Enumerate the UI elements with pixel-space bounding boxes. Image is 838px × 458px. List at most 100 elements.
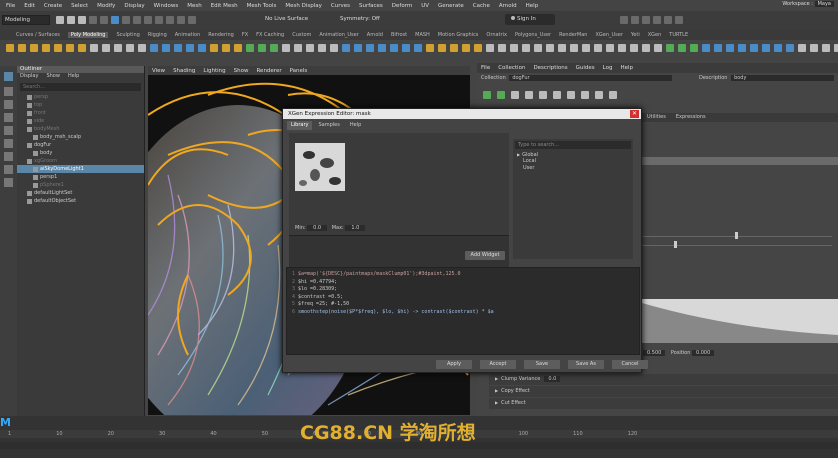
workspace-selector[interactable]: Workspace : Maya <box>782 1 834 7</box>
outliner-item[interactable]: body_msh_scalp <box>17 133 144 141</box>
shelf-tool-icon[interactable] <box>426 44 434 52</box>
library-tree-item[interactable]: User <box>513 165 633 172</box>
shelf-tab[interactable]: Yeti <box>631 32 640 38</box>
shelf-tool-icon[interactable] <box>786 44 794 52</box>
cancel-button[interactable]: Cancel <box>612 360 648 369</box>
shelf-tool-icon[interactable] <box>186 44 194 52</box>
move-tool-icon[interactable] <box>4 113 13 122</box>
menu-item[interactable]: File <box>6 3 15 9</box>
shelf-tool-icon[interactable] <box>498 44 506 52</box>
select-object-icon[interactable] <box>122 16 130 24</box>
menu-item[interactable]: Mesh Tools <box>247 3 277 9</box>
outliner-item[interactable]: pSphere1 <box>17 181 144 189</box>
menu-item[interactable]: UV <box>421 3 429 9</box>
shelf-tab[interactable]: Animation <box>175 32 201 38</box>
live-surface-field[interactable]: No Live Surface <box>265 16 308 22</box>
select-hierarchy-icon[interactable] <box>111 16 119 24</box>
viewport-menu-item[interactable]: View <box>152 68 165 74</box>
shelf-tool-icon[interactable] <box>342 44 350 52</box>
shelf-tool-icon[interactable] <box>618 44 626 52</box>
shelf-tab[interactable]: Polygons_User <box>515 32 551 38</box>
shelf-tool-icon[interactable] <box>102 44 110 52</box>
snap-grid-icon[interactable] <box>144 16 152 24</box>
shelf-tool-icon[interactable] <box>42 44 50 52</box>
shelf-tab[interactable]: Custom <box>292 32 311 38</box>
shelf-tool-icon[interactable] <box>570 44 578 52</box>
shelf-tab[interactable]: XGen <box>648 32 662 38</box>
shelf-tab[interactable]: RenderMan <box>559 32 587 38</box>
shelf-tool-icon[interactable] <box>222 44 230 52</box>
shelf-tab[interactable]: TURTLE <box>669 32 688 38</box>
shelf-tab[interactable]: Bifrost <box>391 32 407 38</box>
menu-item[interactable]: Display <box>124 3 144 9</box>
shelf-tool-icon[interactable] <box>798 44 806 52</box>
shelf-tool-icon[interactable] <box>282 44 290 52</box>
shelf-tool-icon[interactable] <box>78 44 86 52</box>
shelf-tab[interactable]: Sculpting <box>116 32 139 38</box>
menu-item[interactable]: Cache <box>473 3 490 9</box>
outliner-item[interactable]: body <box>17 149 144 157</box>
shelf-tool-icon[interactable] <box>678 44 686 52</box>
library-tree-item[interactable]: ▶ Global <box>513 151 633 158</box>
add-guide-icon[interactable] <box>483 91 491 99</box>
layout-outliner-icon[interactable] <box>4 178 13 187</box>
shelf-tool-icon[interactable] <box>810 44 818 52</box>
position-field[interactable]: 0.000 <box>691 350 715 356</box>
outliner-item[interactable]: persp <box>17 93 144 101</box>
menu-item[interactable]: Arnold <box>499 3 517 9</box>
shelf-tool-icon[interactable] <box>642 44 650 52</box>
sculpt-guide-icon[interactable] <box>511 91 519 99</box>
render-view-icon[interactable] <box>620 16 628 24</box>
layout-single-icon[interactable] <box>4 152 13 161</box>
shelf-tool-icon[interactable] <box>54 44 62 52</box>
menu-item[interactable]: Mesh Display <box>285 3 322 9</box>
shelf-tool-icon[interactable] <box>582 44 590 52</box>
shelf-tool-icon[interactable] <box>294 44 302 52</box>
outliner-menu-item[interactable]: Display <box>20 73 38 81</box>
guide-rebuild-icon[interactable] <box>567 91 575 99</box>
outliner-item[interactable]: top <box>17 101 144 109</box>
ipr-render-icon[interactable] <box>642 16 650 24</box>
select-guide-icon[interactable] <box>497 91 505 99</box>
viewport-menu-item[interactable]: Panels <box>290 68 308 74</box>
shelf-tool-icon[interactable] <box>138 44 146 52</box>
shelf-tab[interactable]: Curves / Surfaces <box>16 32 60 38</box>
shelf-tool-icon[interactable] <box>6 44 14 52</box>
max-field[interactable]: 1.0 <box>345 225 366 231</box>
shelf-tab[interactable]: Motion Graphics <box>438 32 479 38</box>
shelf-tool-icon[interactable] <box>474 44 482 52</box>
shelf-tool-icon[interactable] <box>690 44 698 52</box>
menu-item[interactable]: Windows <box>154 3 179 9</box>
guide-bend-icon[interactable] <box>539 91 547 99</box>
description-select[interactable]: body <box>731 75 835 81</box>
apply-button[interactable]: Apply <box>436 360 472 369</box>
outliner-item[interactable]: persp1 <box>17 173 144 181</box>
outliner-menu-item[interactable]: Show <box>46 73 60 81</box>
xgen-section[interactable]: ▶ Copy Effect <box>489 386 838 397</box>
outliner-item[interactable]: front <box>17 109 144 117</box>
guide-scale-icon[interactable] <box>525 91 533 99</box>
menu-item[interactable]: Help <box>526 3 539 9</box>
snap-curve-icon[interactable] <box>155 16 163 24</box>
shelf-tool-icon[interactable] <box>18 44 26 52</box>
shelf-tool-icon[interactable] <box>822 44 830 52</box>
shelf-tool-icon[interactable] <box>654 44 662 52</box>
outliner-item[interactable]: defaultLightSet <box>17 189 144 197</box>
shelf-tool-icon[interactable] <box>162 44 170 52</box>
viewport-menu-item[interactable]: Show <box>234 68 249 74</box>
shelf-tool-icon[interactable] <box>366 44 374 52</box>
slider-track-2[interactable] <box>642 245 832 246</box>
outliner-item[interactable]: dogFur <box>17 141 144 149</box>
outliner-item[interactable]: xgGroom <box>17 157 144 165</box>
shelf-tool-icon[interactable] <box>126 44 134 52</box>
shelf-tool-icon[interactable] <box>198 44 206 52</box>
symmetry-field[interactable]: Symmetry: Off <box>340 16 380 22</box>
shelf-tool-icon[interactable] <box>546 44 554 52</box>
shelf-tool-icon[interactable] <box>762 44 770 52</box>
min-field[interactable]: 0.0 <box>307 225 328 231</box>
shelf-tab[interactable]: Rigging <box>148 32 167 38</box>
xgen-tab[interactable]: Utilities <box>647 113 666 122</box>
preview-icon[interactable] <box>595 91 603 99</box>
shelf-tool-icon[interactable] <box>834 44 838 52</box>
snap-surface-icon[interactable] <box>177 16 185 24</box>
